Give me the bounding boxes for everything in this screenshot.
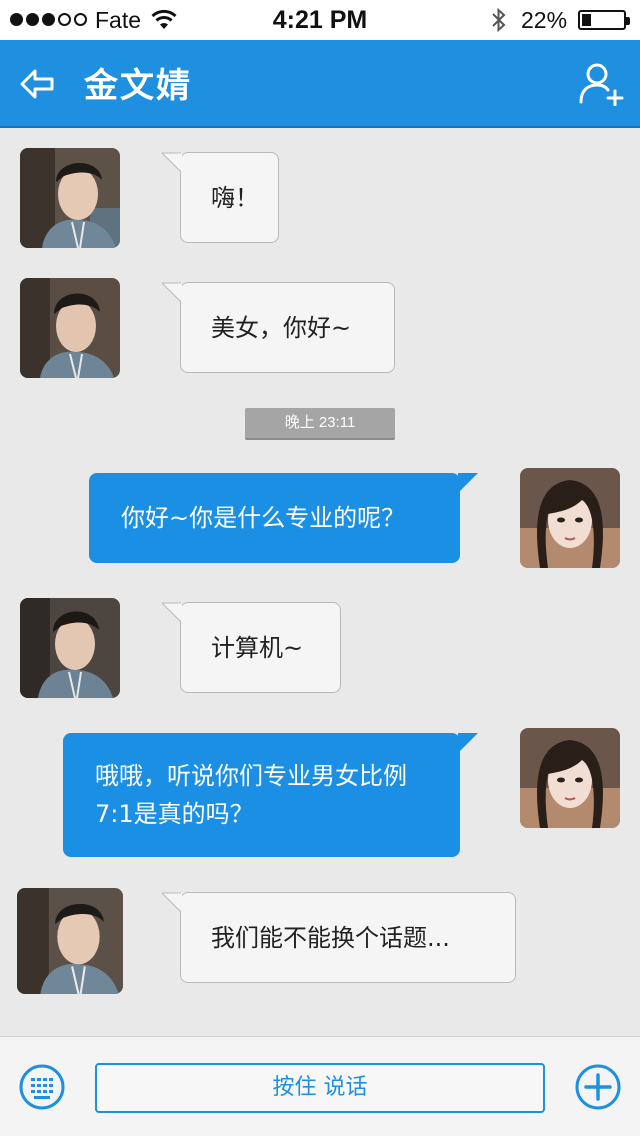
battery-percent: 22% <box>521 7 568 33</box>
plus-circle-icon[interactable] <box>574 1063 622 1111</box>
status-bar: Fate 4:21 PM 22% <box>0 0 640 40</box>
user-avatar[interactable] <box>520 728 620 828</box>
message-bubble-outgoing[interactable]: 哦哦，听说你们专业男女比例7:1是真的吗？ <box>63 733 478 857</box>
message-bubble-incoming[interactable]: 嗨！ <box>162 152 279 243</box>
contact-avatar[interactable] <box>20 598 120 698</box>
chat-messages[interactable]: 嗨！ 美女，你好~ 晚上 23:11 你好~你是什么专业的呢？ 计算机~ 哦哦，… <box>0 128 640 1036</box>
message-timestamp: 晚上 23:11 <box>245 408 395 440</box>
contact-avatar[interactable] <box>17 888 123 994</box>
chat-title: 金文婧 <box>84 66 192 106</box>
message-bubble-incoming[interactable]: 美女，你好~ <box>162 282 395 373</box>
battery-level <box>582 14 591 26</box>
message-bubble-incoming[interactable]: 我们能不能换个话题... <box>162 892 516 983</box>
message-text: 你好~你是什么专业的呢？ <box>121 504 406 532</box>
contact-avatar[interactable] <box>20 278 120 378</box>
battery-icon <box>578 10 630 30</box>
user-avatar[interactable] <box>520 468 620 568</box>
message-text: 美女，你好~ <box>211 313 352 342</box>
message-text: 我们能不能换个话题... <box>211 923 450 952</box>
message-bubble-incoming[interactable]: 计算机~ <box>162 602 341 693</box>
message-text: 哦哦，听说你们专业男女比例7:1是真的吗？ <box>95 762 407 828</box>
message-bubble-outgoing[interactable]: 你好~你是什么专业的呢？ <box>89 473 478 563</box>
input-toolbar: 按住 说话 <box>0 1036 640 1136</box>
message-text: 嗨！ <box>211 183 259 212</box>
back-arrow-icon[interactable] <box>18 64 58 104</box>
hold-to-talk-button[interactable]: 按住 说话 <box>95 1063 545 1113</box>
keyboard-icon[interactable] <box>18 1063 66 1111</box>
message-text: 计算机~ <box>211 633 304 662</box>
add-contact-icon[interactable] <box>578 60 624 106</box>
contact-avatar[interactable] <box>20 148 120 248</box>
bluetooth-icon <box>492 7 506 33</box>
chat-header: 金文婧 <box>0 40 640 128</box>
